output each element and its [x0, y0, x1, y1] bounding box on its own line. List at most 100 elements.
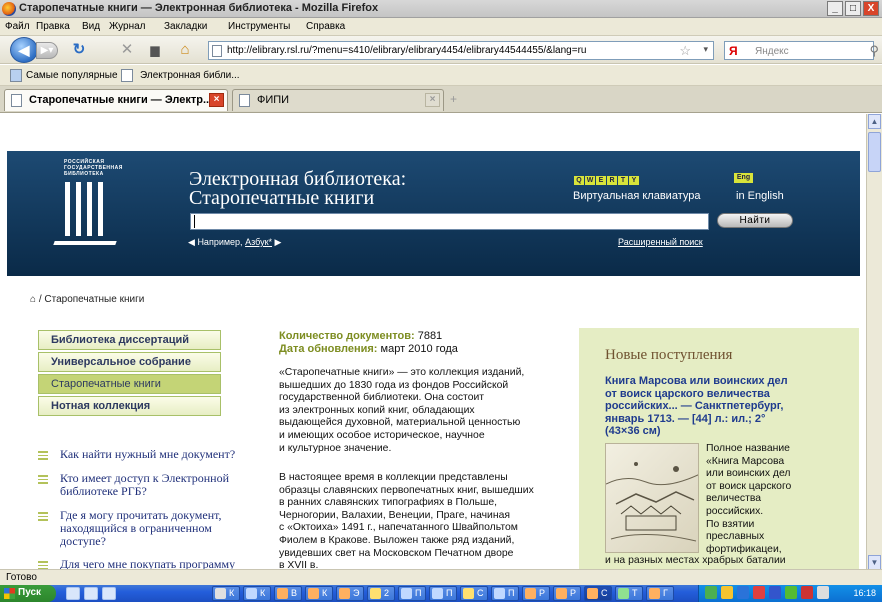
keyboard-icon[interactable]: QWERTY — [574, 173, 640, 185]
stop-icon[interactable]: ✕ — [118, 41, 136, 59]
nav-dissertations[interactable]: Библиотека диссертаций — [38, 330, 221, 350]
taskbar-button-label: Г — [663, 588, 668, 598]
list-bullet-icon — [38, 475, 48, 484]
tray-icon[interactable] — [801, 586, 813, 599]
header-banner: РОССИЙСКАЯ ГОСУДАРСТВЕННАЯ БИБЛИОТЕКА Эл… — [7, 151, 860, 276]
taskbar-window-button[interactable]: К — [305, 586, 333, 601]
taskbar-window-button[interactable]: К — [243, 586, 271, 601]
print-icon[interactable]: ▆ — [146, 41, 164, 59]
home-icon[interactable]: ⌂ — [30, 294, 36, 305]
left-arrow-icon[interactable]: ◀ — [188, 237, 195, 247]
example-link[interactable]: Азбук — [245, 237, 268, 247]
nav-old-printed-books[interactable]: Старопечатные книги — [38, 374, 221, 394]
new-tab-icon[interactable]: + — [450, 92, 457, 106]
taskbar-button-label: Э — [353, 588, 360, 598]
reload-icon[interactable]: ↻ — [70, 41, 88, 59]
bookmark-elibrary[interactable]: Электронная библи... — [140, 70, 240, 81]
tray-icon[interactable] — [737, 586, 749, 599]
tray-icon[interactable] — [721, 586, 733, 599]
volume-icon[interactable] — [817, 586, 829, 599]
url-dropdown-icon[interactable]: ▾ — [703, 44, 708, 55]
taskbar-window-button[interactable]: П — [398, 586, 426, 601]
bookmark-most-visited[interactable]: Самые популярные — [26, 70, 118, 81]
search-example: ◀ Например, Азбук* ▶ — [188, 237, 282, 247]
book-engraving-image[interactable] — [605, 443, 699, 553]
tab-fipi[interactable]: ФИПИ × — [232, 89, 444, 111]
taskbar-window-button[interactable]: В — [274, 586, 302, 601]
taskbar-window-button[interactable]: С — [460, 586, 488, 601]
firefox-logo-icon — [2, 2, 16, 16]
quicklaunch-icon[interactable] — [84, 587, 98, 600]
scroll-up-icon[interactable]: ▲ — [868, 114, 881, 129]
window-icon — [618, 588, 629, 599]
search-icon[interactable]: ⚲ — [869, 43, 879, 59]
catalog-search-input[interactable] — [190, 213, 709, 230]
page-icon — [121, 69, 133, 82]
scroll-thumb[interactable] — [868, 132, 881, 172]
collection-contents: В настоящее время в коллекции представле… — [279, 472, 534, 570]
menu-view[interactable]: Вид — [82, 21, 100, 32]
quicklaunch-icon[interactable] — [102, 587, 116, 600]
menu-edit[interactable]: Правка — [36, 21, 70, 32]
taskbar-button-label: П — [446, 588, 453, 598]
taskbar-window-button[interactable]: 2 — [367, 586, 395, 601]
menu-tools[interactable]: Инструменты — [228, 21, 290, 32]
english-link[interactable]: in English — [736, 190, 784, 202]
vertical-scrollbar[interactable]: ▲ ▼ — [866, 114, 882, 570]
title-bar: Старопечатные книги — Электронная библио… — [0, 0, 882, 18]
menu-bookmarks[interactable]: Закладки — [164, 21, 207, 32]
web-search-box[interactable]: Я Яндекс ⚲ — [724, 41, 879, 60]
new-book-link[interactable]: Книга Марсова или воинских дел от воиск ц… — [605, 375, 855, 438]
show-desktop-icon[interactable] — [66, 587, 80, 600]
page-icon — [239, 94, 250, 107]
taskbar-window-button[interactable]: К — [212, 586, 240, 601]
language-icon[interactable] — [769, 586, 781, 599]
status-text: Готово — [6, 572, 37, 583]
menu-bar: Файл Правка Вид Журнал Закладки Инструме… — [0, 18, 882, 36]
taskbar-window-button[interactable]: Э — [336, 586, 364, 601]
tab-label: ФИПИ — [257, 94, 290, 106]
nav-music-collection[interactable]: Нотная коллекция — [38, 396, 221, 416]
taskbar-window-button[interactable]: П — [491, 586, 519, 601]
virtual-keyboard-link[interactable]: Виртуальная клавиатура — [573, 190, 700, 202]
back-button[interactable]: ◀ — [10, 37, 38, 63]
taskbar-window-button[interactable]: Р — [553, 586, 581, 601]
menu-history[interactable]: Журнал — [109, 21, 146, 32]
tray-icon[interactable] — [753, 586, 765, 599]
taskbar-window-button[interactable]: Р — [522, 586, 550, 601]
close-tab-icon[interactable]: × — [209, 93, 224, 107]
menu-file[interactable]: Файл — [5, 21, 30, 32]
url-text: http://elibrary.rsl.ru/?menu=s410/elibra… — [227, 45, 587, 56]
taskbar-button-label: К — [260, 588, 266, 598]
right-arrow-icon[interactable]: ▶ — [275, 237, 282, 247]
logo-base — [53, 241, 117, 245]
find-button[interactable]: Найти — [717, 213, 793, 228]
taskbar-window-button[interactable]: Г — [646, 586, 674, 601]
scroll-down-icon[interactable]: ▼ — [868, 555, 881, 570]
taskbar-window-button[interactable]: С — [584, 586, 612, 601]
document-count: Количество документов: 7881 — [279, 330, 443, 342]
close-window-button[interactable]: X — [863, 1, 879, 16]
minimize-button[interactable]: _ — [827, 1, 843, 16]
tab-active[interactable]: Старопечатные книги — Электр... × — [4, 89, 228, 111]
tray-icon[interactable] — [705, 586, 717, 599]
menu-help[interactable]: Справка — [306, 21, 345, 32]
start-button[interactable]: Пуск — [0, 585, 56, 602]
search-placeholder: Яндекс — [755, 46, 789, 57]
nav-universal-collection[interactable]: Универсальное собрание — [38, 352, 221, 372]
url-bar[interactable]: http://elibrary.rsl.ru/?menu=s410/elibra… — [208, 41, 714, 60]
maximize-button[interactable]: □ — [845, 1, 861, 16]
bookmark-star-icon[interactable]: ☆ — [679, 43, 691, 59]
taskbar-window-button[interactable]: П — [429, 586, 457, 601]
window-icon — [432, 588, 443, 599]
forward-button[interactable]: ▶▾ — [36, 42, 58, 59]
tray-icon[interactable] — [785, 586, 797, 599]
home-button-icon[interactable]: ⌂ — [176, 41, 194, 59]
advanced-search-link[interactable]: Расширенный поиск — [618, 237, 703, 247]
close-tab-icon[interactable]: × — [425, 93, 440, 107]
window-icon — [525, 588, 536, 599]
window-icon — [308, 588, 319, 599]
english-badge[interactable]: Eng — [734, 173, 753, 183]
taskbar-window-button[interactable]: Т — [615, 586, 643, 601]
new-book-description: Полное название «Книга Марсова или воински… — [706, 443, 792, 555]
